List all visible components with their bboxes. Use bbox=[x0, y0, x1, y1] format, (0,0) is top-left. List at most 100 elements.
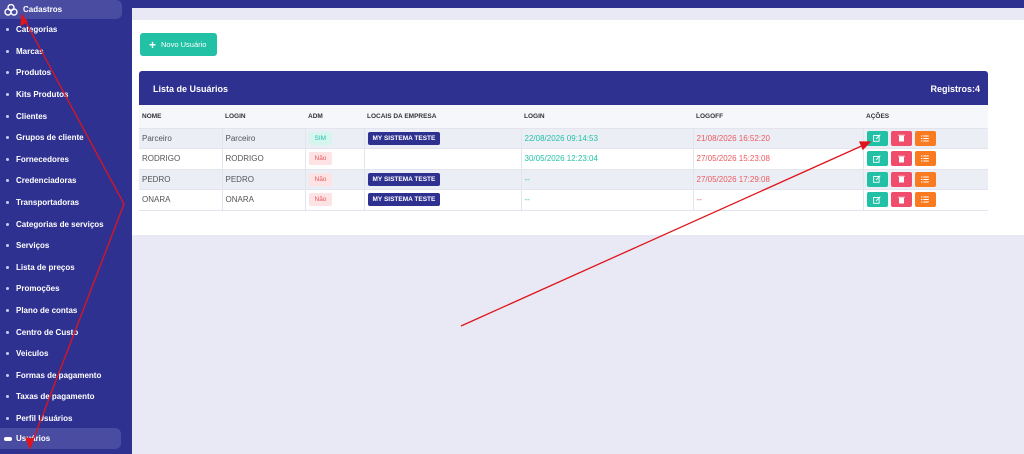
edit-button[interactable] bbox=[866, 192, 888, 208]
sidebar-header-label: Cadastros bbox=[23, 5, 63, 14]
bullet-icon bbox=[6, 330, 9, 334]
sidebar-item[interactable]: Clientes bbox=[0, 105, 132, 127]
sidebar-item-label: Marcas bbox=[16, 46, 44, 56]
col-header-locais[interactable]: LOCAIS DA EMPRESA bbox=[364, 105, 521, 129]
col-header-adm[interactable]: ADM bbox=[305, 105, 364, 129]
sidebar-item-label: Categorias de serviços bbox=[16, 219, 104, 229]
trash-icon bbox=[897, 134, 905, 142]
sidebar-item[interactable]: Formas de pagamento bbox=[0, 365, 132, 387]
edit-button[interactable] bbox=[866, 130, 888, 146]
cell-login-time: 22/08/2026 09:14:53 bbox=[521, 128, 694, 149]
sidebar-item[interactable]: Perfil Usuários bbox=[0, 408, 132, 430]
sidebar-item-label: Clientes bbox=[16, 111, 48, 121]
cell-logoff-time: 27/05/2026 17:29:08 bbox=[693, 169, 864, 190]
active-indicator-icon bbox=[4, 436, 12, 441]
sidebar-item-label: Plano de contas bbox=[16, 306, 78, 316]
new-user-label: Novo Usuário bbox=[161, 40, 207, 49]
list-icon bbox=[921, 135, 929, 142]
cell-adm: SIM bbox=[305, 128, 365, 149]
sidebar-item[interactable]: Lista de preços bbox=[0, 257, 132, 279]
cell-adm: Não bbox=[305, 148, 365, 170]
sidebar-header-cadastros[interactable]: Cadastros bbox=[0, 0, 122, 19]
cell-actions bbox=[863, 169, 988, 190]
list-icon bbox=[921, 176, 929, 183]
cell-adm: Não bbox=[305, 189, 365, 211]
sidebar-item-label: Credenciadoras bbox=[16, 176, 77, 186]
sidebar-item[interactable]: Fornecedores bbox=[0, 149, 132, 171]
col-header-logoff-time[interactable]: LOGOFF bbox=[693, 105, 863, 129]
users-card: Lista de Usuários Registros:4 NOME LOGIN… bbox=[139, 71, 988, 230]
cell-local: MY SISTEMA TESTE bbox=[364, 169, 522, 190]
delete-button[interactable] bbox=[890, 130, 912, 146]
delete-button[interactable] bbox=[890, 192, 912, 208]
delete-button[interactable] bbox=[890, 151, 912, 167]
top-bar bbox=[132, 0, 1024, 8]
col-header-login-time[interactable]: LOGIN bbox=[521, 105, 693, 129]
cell-nome: RODRIGO bbox=[139, 148, 223, 170]
sidebar-item[interactable]: Marcas bbox=[0, 41, 132, 63]
list-icon bbox=[921, 196, 929, 203]
trash-icon bbox=[897, 155, 905, 163]
details-button[interactable] bbox=[914, 130, 936, 146]
sidebar-item[interactable]: Promoções bbox=[0, 278, 132, 300]
table-row[interactable]: ONARA ONARA Não MY SISTEMA TESTE -- -- bbox=[139, 189, 988, 211]
bullet-icon bbox=[6, 416, 9, 420]
cell-local: MY SISTEMA TESTE bbox=[364, 189, 522, 211]
details-button[interactable] bbox=[914, 151, 936, 167]
sidebar-item[interactable]: Kits Produtos bbox=[0, 84, 132, 106]
col-header-nome[interactable]: NOME bbox=[139, 105, 222, 129]
table-row[interactable]: Parceiro Parceiro SIM MY SISTEMA TESTE 22/08… bbox=[139, 128, 988, 149]
table-row[interactable]: PEDRO PEDRO Não MY SISTEMA TESTE -- 27/05/202… bbox=[139, 169, 988, 190]
trash-icon bbox=[897, 175, 905, 183]
sidebar-item[interactable]: Produtos bbox=[0, 62, 132, 84]
bullet-icon bbox=[6, 201, 9, 205]
sidebar-item[interactable]: Grupos de cliente bbox=[0, 127, 132, 149]
sidebar-item-label: Kits Produtos bbox=[16, 90, 69, 100]
sidebar-item[interactable]: Centro de Custo bbox=[0, 321, 132, 343]
sidebar: Cadastros Categorias Marcas Produtos Kits P… bbox=[0, 0, 132, 454]
users-table: NOME LOGIN ADM LOCAIS DA EMPRESA LOGIN L… bbox=[139, 105, 988, 211]
sidebar-menu: Categorias Marcas Produtos Kits Produtos Cli… bbox=[0, 19, 132, 429]
sidebar-item-label: Formas de pagamento bbox=[16, 370, 102, 380]
sidebar-item-label: Serviços bbox=[16, 241, 50, 251]
cell-login-time: -- bbox=[521, 169, 694, 190]
sidebar-item[interactable]: Categorias de serviços bbox=[0, 213, 132, 235]
sidebar-item-label: Transportadoras bbox=[16, 198, 80, 208]
edit-button[interactable] bbox=[866, 171, 888, 187]
edit-icon bbox=[873, 196, 881, 204]
sidebar-item[interactable]: Categorias bbox=[0, 19, 132, 41]
bullet-icon bbox=[6, 265, 9, 269]
cell-actions bbox=[863, 128, 988, 149]
sidebar-item[interactable]: Credenciadoras bbox=[0, 170, 132, 192]
cell-local bbox=[364, 148, 522, 170]
sidebar-item-usuarios[interactable]: Usuários bbox=[0, 428, 121, 449]
cubes-icon bbox=[4, 3, 18, 16]
edit-button[interactable] bbox=[866, 151, 888, 167]
cell-login: PEDRO bbox=[222, 169, 306, 190]
sidebar-item-label: Produtos bbox=[16, 68, 52, 78]
card-title: Lista de Usuários bbox=[153, 84, 229, 94]
sidebar-item[interactable]: Serviços bbox=[0, 235, 132, 257]
adm-badge: SIM bbox=[308, 131, 333, 145]
col-header-acoes: AÇÕES bbox=[863, 105, 988, 129]
new-user-button[interactable]: + Novo Usuário bbox=[140, 33, 217, 56]
sidebar-item[interactable]: Taxas de pagamento bbox=[0, 386, 132, 408]
details-button[interactable] bbox=[914, 171, 936, 187]
adm-badge: Não bbox=[308, 152, 333, 166]
sidebar-item[interactable]: Plano de contas bbox=[0, 300, 132, 322]
cell-login: RODRIGO bbox=[222, 148, 306, 170]
details-button[interactable] bbox=[914, 192, 936, 208]
sidebar-item[interactable]: Transportadoras bbox=[0, 192, 132, 214]
cell-login-time: -- bbox=[521, 189, 694, 211]
col-header-login[interactable]: LOGIN bbox=[222, 105, 305, 129]
company-badge: MY SISTEMA TESTE bbox=[367, 193, 441, 207]
sidebar-item[interactable]: Veiculos bbox=[0, 343, 132, 365]
delete-button[interactable] bbox=[890, 171, 912, 187]
cell-login: Parceiro bbox=[222, 128, 306, 149]
bullet-icon bbox=[6, 93, 9, 97]
cell-nome: Parceiro bbox=[139, 128, 223, 149]
card-header: Lista de Usuários Registros:4 bbox=[139, 71, 988, 105]
table-header-row: NOME LOGIN ADM LOCAIS DA EMPRESA LOGIN L… bbox=[139, 105, 988, 129]
table-row[interactable]: RODRIGO RODRIGO Não 30/05/2026 12:23:04 27/0… bbox=[139, 148, 988, 170]
cell-logoff-time: -- bbox=[693, 189, 864, 211]
